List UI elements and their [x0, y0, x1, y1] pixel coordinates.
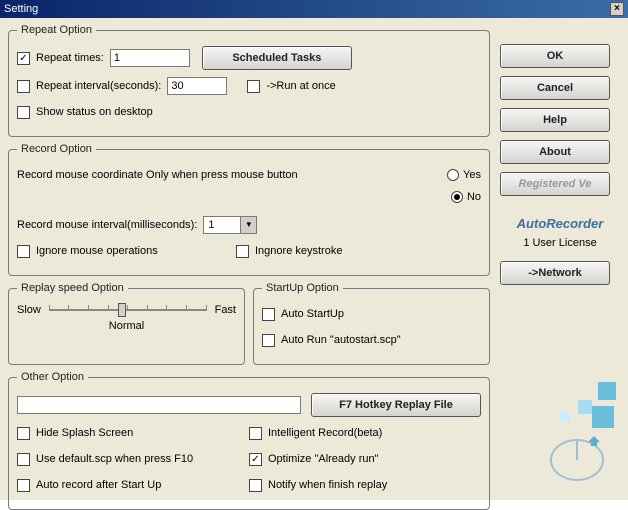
replay-legend: Replay speed Option: [17, 282, 128, 294]
coord-yes-radio[interactable]: [447, 169, 459, 181]
slow-label: Slow: [17, 304, 41, 316]
auto-record-checkbox[interactable]: [17, 479, 30, 492]
cancel-button[interactable]: Cancel: [500, 76, 610, 100]
decoration: [490, 382, 620, 492]
run-at-once-label: ->Run at once: [266, 80, 335, 92]
license-text: 1 User License: [500, 237, 620, 249]
close-icon[interactable]: ×: [610, 2, 624, 16]
auto-startup-checkbox[interactable]: [262, 308, 275, 321]
ignore-keystroke-checkbox[interactable]: [236, 245, 249, 258]
repeat-interval-checkbox[interactable]: [17, 80, 30, 93]
left-pane: Repeat Option Repeat times: Scheduled Ta…: [8, 24, 490, 492]
fast-label: Fast: [215, 304, 236, 316]
content-area: Repeat Option Repeat times: Scheduled Ta…: [0, 18, 628, 500]
record-interval-label: Record mouse interval(milliseconds):: [17, 219, 197, 231]
ok-button[interactable]: OK: [500, 44, 610, 68]
run-at-once-checkbox[interactable]: [247, 80, 260, 93]
show-status-label: Show status on desktop: [36, 106, 153, 118]
auto-record-label: Auto record after Start Up: [36, 479, 161, 491]
repeat-interval-label: Repeat interval(seconds):: [36, 80, 161, 92]
auto-run-checkbox[interactable]: [262, 334, 275, 347]
intelligent-record-label: Intelligent Record(beta): [268, 427, 382, 439]
network-button[interactable]: ->Network: [500, 261, 610, 285]
intelligent-record-checkbox[interactable]: [249, 427, 262, 440]
brand-name: AutoRecorder: [500, 216, 620, 231]
show-status-checkbox[interactable]: [17, 106, 30, 119]
f7-hotkey-button[interactable]: F7 Hotkey Replay File: [311, 393, 481, 417]
coord-no-label: No: [467, 191, 481, 203]
titlebar: Setting ×: [0, 0, 628, 18]
optimize-label: Optimize "Already run": [268, 453, 379, 465]
repeat-interval-input[interactable]: [167, 77, 227, 95]
repeat-times-checkbox[interactable]: [17, 52, 30, 65]
speed-slider[interactable]: [49, 309, 207, 311]
hide-splash-label: Hide Splash Screen: [36, 427, 133, 439]
record-option-group: Record Option Record mouse coordinate On…: [8, 143, 490, 276]
ignore-keystroke-label: Ingnore keystroke: [255, 245, 342, 257]
other-option-group: Other Option F7 Hotkey Replay File Hide …: [8, 371, 490, 510]
auto-startup-label: Auto StartUp: [281, 308, 344, 320]
notify-checkbox[interactable]: [249, 479, 262, 492]
right-pane: OK Cancel Help About Registered Ve AutoR…: [490, 24, 620, 492]
replay-speed-group: Replay speed Option Slow Fast Normal: [8, 282, 245, 365]
record-legend: Record Option: [17, 143, 96, 155]
mouse-icon: [542, 430, 612, 485]
square-icon: [598, 382, 616, 400]
repeat-times-input[interactable]: [110, 49, 190, 67]
hide-splash-checkbox[interactable]: [17, 427, 30, 440]
slider-thumb-icon[interactable]: [118, 303, 126, 317]
chevron-down-icon: ▼: [240, 217, 256, 233]
record-interval-select[interactable]: 1 ▼: [203, 216, 257, 234]
ignore-mouse-label: Ignore mouse operations: [36, 245, 236, 257]
window-title: Setting: [4, 0, 38, 18]
startup-option-group: StartUp Option Auto StartUp Auto Run "au…: [253, 282, 490, 365]
other-legend: Other Option: [17, 371, 88, 383]
replay-file-path-input[interactable]: [17, 396, 301, 414]
repeat-legend: Repeat Option: [17, 24, 96, 36]
coord-no-radio[interactable]: [451, 191, 463, 203]
scheduled-tasks-button[interactable]: Scheduled Tasks: [202, 46, 352, 70]
about-button[interactable]: About: [500, 140, 610, 164]
use-default-checkbox[interactable]: [17, 453, 30, 466]
notify-label: Notify when finish replay: [268, 479, 387, 491]
registered-button[interactable]: Registered Ve: [500, 172, 610, 196]
square-icon: [560, 412, 570, 422]
ignore-mouse-checkbox[interactable]: [17, 245, 30, 258]
optimize-checkbox[interactable]: [249, 453, 262, 466]
repeat-times-label: Repeat times:: [36, 52, 104, 64]
repeat-option-group: Repeat Option Repeat times: Scheduled Ta…: [8, 24, 490, 137]
startup-legend: StartUp Option: [262, 282, 343, 294]
coord-yes-label: Yes: [463, 169, 481, 181]
record-coord-question: Record mouse coordinate Only when press …: [17, 169, 441, 181]
help-button[interactable]: Help: [500, 108, 610, 132]
square-icon: [578, 400, 592, 414]
square-icon: [592, 406, 614, 428]
record-interval-value: 1: [204, 219, 240, 231]
normal-label: Normal: [17, 320, 236, 332]
use-default-label: Use default.scp when press F10: [36, 453, 193, 465]
auto-run-label: Auto Run "autostart.scp": [281, 334, 401, 346]
